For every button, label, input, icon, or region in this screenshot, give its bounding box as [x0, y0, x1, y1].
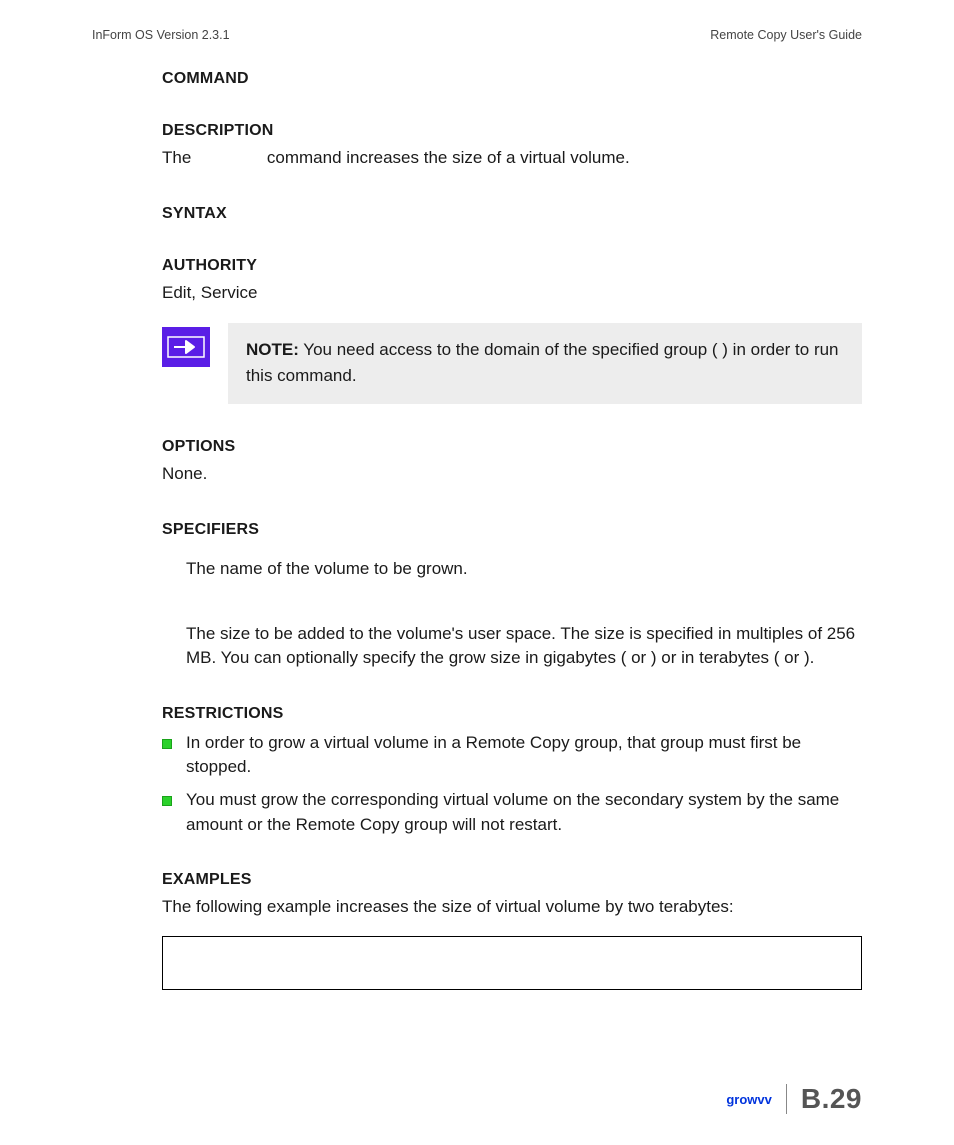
footer-page-number: B.29	[801, 1083, 862, 1115]
footer-divider	[786, 1084, 787, 1114]
bullet-icon	[162, 739, 172, 749]
arrow-right-icon	[162, 327, 210, 367]
content-area: COMMAND DESCRIPTION The command increase…	[162, 70, 862, 990]
heading-description: DESCRIPTION	[162, 122, 862, 140]
heading-authority: AUTHORITY	[162, 257, 862, 275]
restriction-1: In order to grow a virtual volume in a R…	[186, 731, 862, 780]
options-body: None.	[162, 462, 862, 487]
note-text-box: NOTE: You need access to the domain of t…	[228, 323, 862, 404]
heading-command: COMMAND	[162, 70, 862, 88]
note-body: You need access to the domain of the spe…	[246, 340, 839, 385]
heading-restrictions: RESTRICTIONS	[162, 705, 862, 723]
description-gap	[196, 148, 262, 167]
list-item: You must grow the corresponding virtual …	[162, 788, 862, 837]
specifier-2: The size to be added to the volume's use…	[186, 622, 862, 671]
example-code-box	[162, 936, 862, 990]
description-post: command increases the size of a virtual …	[267, 148, 630, 167]
document-page: InForm OS Version 2.3.1 Remote Copy User…	[0, 0, 954, 1145]
bullet-icon	[162, 796, 172, 806]
heading-specifiers: SPECIFIERS	[162, 521, 862, 539]
description-pre: The	[162, 148, 196, 167]
description-body: The command increases the size of a virt…	[162, 146, 862, 171]
page-footer: growvv B.29	[726, 1083, 862, 1115]
heading-options: OPTIONS	[162, 438, 862, 456]
heading-examples: EXAMPLES	[162, 871, 862, 889]
note-label: NOTE:	[246, 340, 299, 359]
note-block: NOTE: You need access to the domain of t…	[162, 323, 862, 404]
specifier-1: The name of the volume to be grown.	[186, 557, 862, 582]
list-item: In order to grow a virtual volume in a R…	[162, 731, 862, 780]
header-left: InForm OS Version 2.3.1	[92, 28, 230, 42]
examples-body: The following example increases the size…	[162, 895, 862, 920]
heading-syntax: SYNTAX	[162, 205, 862, 223]
restriction-2: You must grow the corresponding virtual …	[186, 788, 862, 837]
header-right: Remote Copy User's Guide	[710, 28, 862, 42]
footer-command: growvv	[726, 1092, 772, 1107]
page-header: InForm OS Version 2.3.1 Remote Copy User…	[92, 28, 862, 42]
authority-body: Edit, Service	[162, 281, 862, 306]
